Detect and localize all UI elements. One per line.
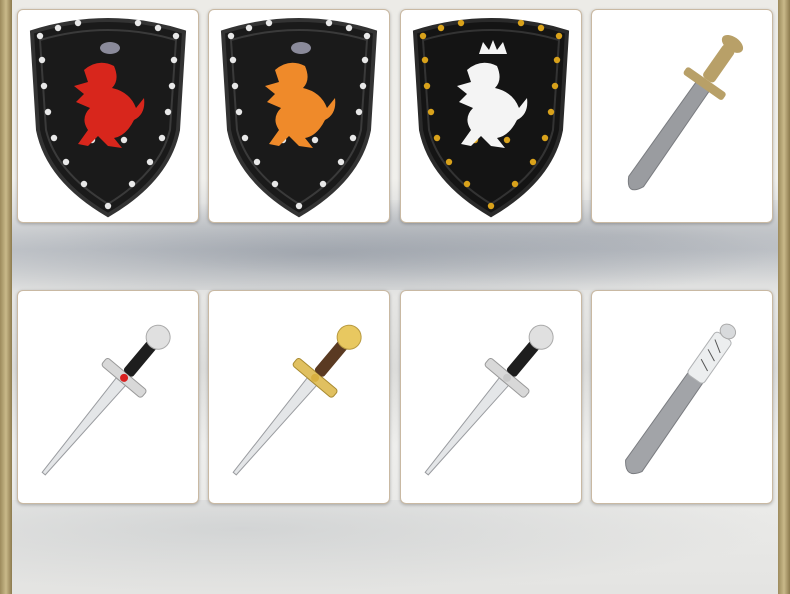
dagger-silver-image bbox=[424, 324, 554, 476]
shield-stud bbox=[463, 180, 471, 188]
shield-stud bbox=[503, 136, 511, 144]
product-card-red-lion-shield[interactable] bbox=[17, 9, 199, 223]
orange-lion-shield-image bbox=[220, 18, 378, 218]
shield-stud bbox=[44, 108, 52, 116]
shield-stud bbox=[40, 82, 48, 90]
shield-stud bbox=[529, 158, 537, 166]
shield-stud bbox=[445, 158, 453, 166]
shield-stud bbox=[345, 24, 353, 32]
shield-stud bbox=[229, 56, 237, 64]
shield-stud bbox=[337, 158, 345, 166]
shield-stud bbox=[511, 180, 519, 188]
shield-stud bbox=[421, 56, 429, 64]
shield-stud bbox=[537, 24, 545, 32]
red-lion-shield-image bbox=[29, 18, 187, 218]
shield-stud bbox=[319, 180, 327, 188]
shield-stud bbox=[241, 134, 249, 142]
shield-stud bbox=[311, 136, 319, 144]
gladius-sword-image bbox=[627, 34, 744, 191]
product-card-orange-lion-shield[interactable] bbox=[208, 9, 390, 223]
shield-stud bbox=[271, 180, 279, 188]
dagger-blade bbox=[41, 377, 127, 476]
shield-stud bbox=[168, 82, 176, 90]
shield-stud bbox=[437, 24, 445, 32]
product-card-dagger-gold[interactable] bbox=[208, 290, 390, 504]
shield-stud bbox=[487, 202, 495, 210]
helmet-crest-icon bbox=[291, 42, 311, 54]
shield-stud bbox=[134, 19, 142, 27]
dagger-red-gem-image bbox=[41, 324, 171, 476]
background-mist-lower bbox=[12, 500, 778, 594]
shield-stud bbox=[359, 82, 367, 90]
shield-stud bbox=[38, 56, 46, 64]
white-lion-shield-image bbox=[412, 18, 570, 218]
shield-stud bbox=[104, 202, 112, 210]
shield-stud bbox=[235, 108, 243, 116]
dagger-blade bbox=[232, 377, 318, 476]
sword-scabbard bbox=[625, 371, 704, 475]
dagger-gold-image bbox=[232, 324, 362, 476]
shield-stud bbox=[295, 202, 303, 210]
shield-stud bbox=[547, 108, 555, 116]
shield-stud bbox=[253, 158, 261, 166]
shield-stud bbox=[355, 108, 363, 116]
shield-stud bbox=[231, 82, 239, 90]
product-card-sheathed-sword[interactable] bbox=[591, 290, 773, 504]
shield-stud bbox=[50, 134, 58, 142]
helmet-crest-icon bbox=[100, 42, 120, 54]
product-card-gladius-sword[interactable] bbox=[591, 9, 773, 223]
shield-stud bbox=[54, 24, 62, 32]
shield-stud bbox=[36, 32, 44, 40]
frame-right-border bbox=[778, 0, 790, 594]
shield-stud bbox=[172, 32, 180, 40]
shield-stud bbox=[164, 108, 172, 116]
shield-stud bbox=[325, 19, 333, 27]
product-card-dagger-red-gem[interactable] bbox=[17, 290, 199, 504]
sword-grip bbox=[687, 331, 732, 384]
shield-stud bbox=[154, 24, 162, 32]
shield-stud bbox=[419, 32, 427, 40]
shield-stud bbox=[74, 19, 82, 27]
shield-stud bbox=[227, 32, 235, 40]
shield-stud bbox=[427, 108, 435, 116]
product-card-dagger-silver[interactable] bbox=[400, 290, 582, 504]
shield-stud bbox=[146, 158, 154, 166]
shield-stud bbox=[361, 56, 369, 64]
shield-stud bbox=[170, 56, 178, 64]
shield-stud bbox=[363, 32, 371, 40]
shield-stud bbox=[349, 134, 357, 142]
shield-stud bbox=[158, 134, 166, 142]
shield-stud bbox=[551, 82, 559, 90]
shield-stud bbox=[245, 24, 253, 32]
dagger-blade bbox=[424, 377, 510, 476]
shield-stud bbox=[80, 180, 88, 188]
shield-stud bbox=[265, 19, 273, 27]
shield-stud bbox=[62, 158, 70, 166]
shield-stud bbox=[517, 19, 525, 27]
shield-stud bbox=[555, 32, 563, 40]
sword-blade bbox=[627, 81, 710, 191]
shield-stud bbox=[433, 134, 441, 142]
frame-left-border bbox=[0, 0, 12, 594]
shield-stud bbox=[128, 180, 136, 188]
shield-stud bbox=[553, 56, 561, 64]
shield-stud bbox=[541, 134, 549, 142]
shield-stud bbox=[457, 19, 465, 27]
shield-stud bbox=[423, 82, 431, 90]
product-card-white-lion-shield[interactable] bbox=[400, 9, 582, 223]
shield-stud bbox=[120, 136, 128, 144]
sheathed-sword-image bbox=[625, 323, 737, 475]
